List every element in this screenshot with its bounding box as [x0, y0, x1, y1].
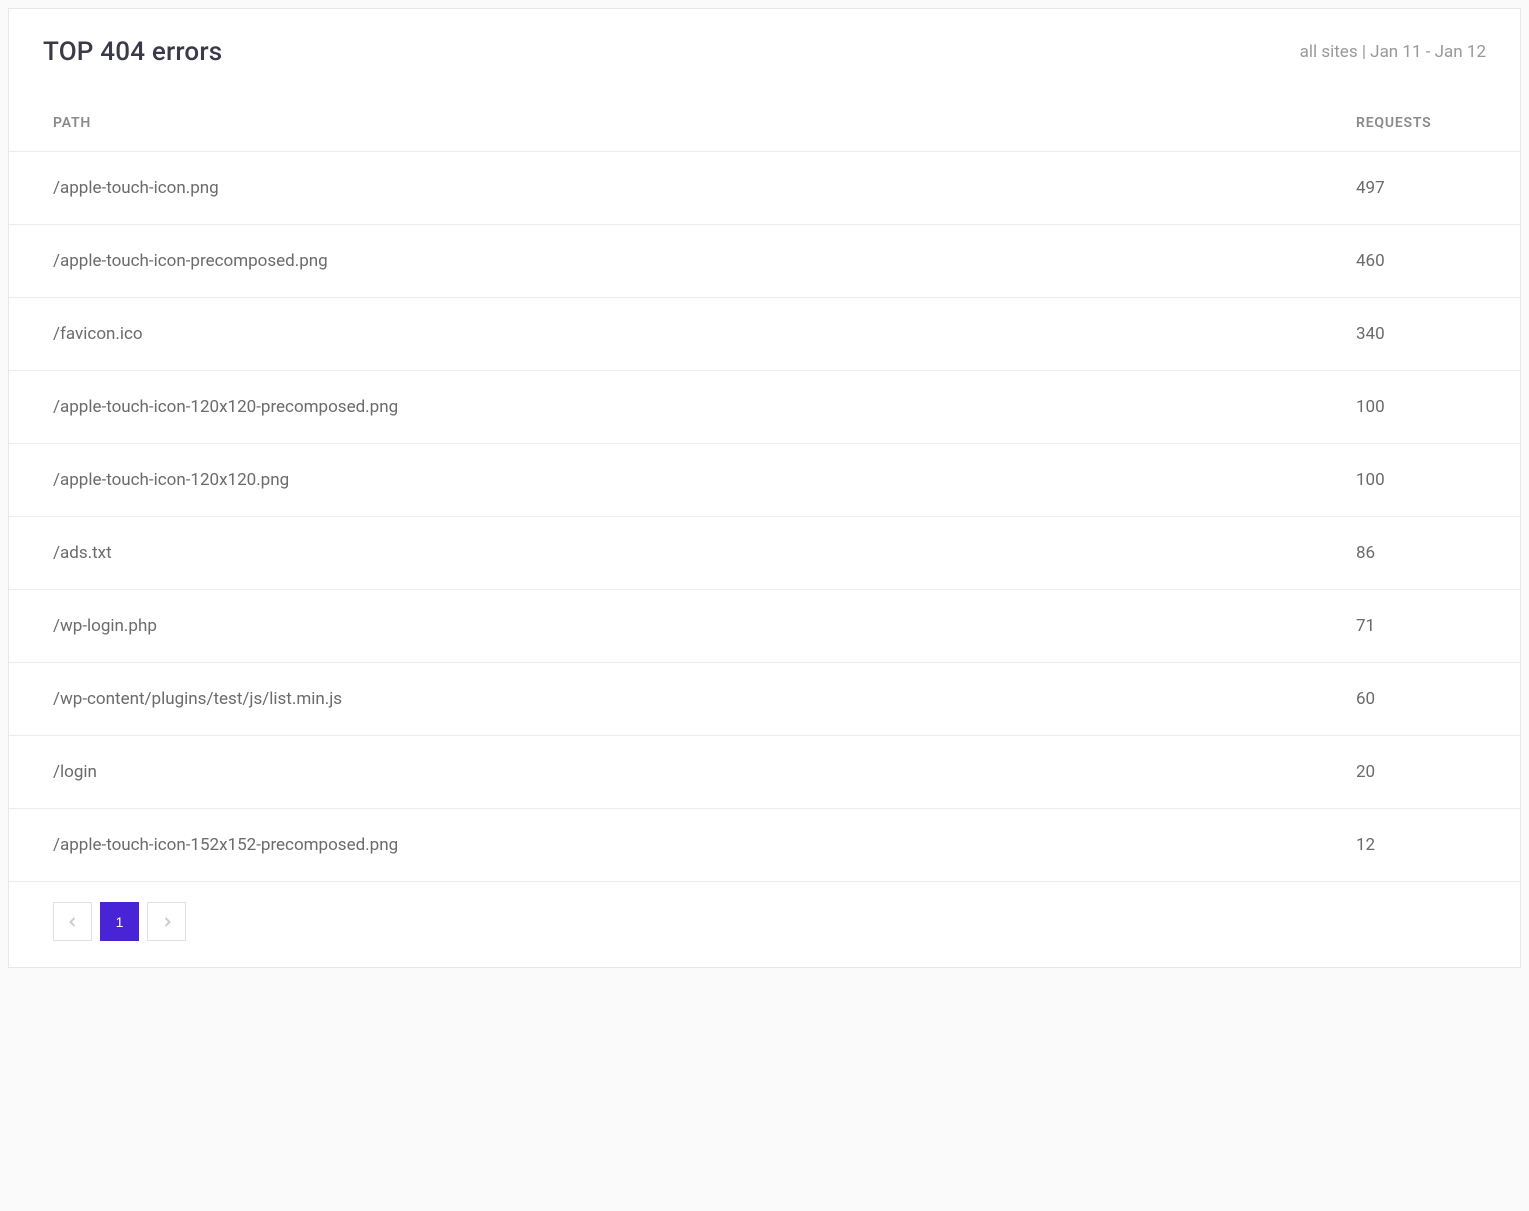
cell-path: /apple-touch-icon-precomposed.png: [53, 251, 1356, 271]
table-row[interactable]: /ads.txt86: [9, 517, 1520, 590]
table-row[interactable]: /login20: [9, 736, 1520, 809]
cell-path: /apple-touch-icon.png: [53, 178, 1356, 198]
card: TOP 404 errors all sites | Jan 11 - Jan …: [8, 8, 1521, 968]
table-row[interactable]: /wp-login.php71: [9, 590, 1520, 663]
table-row[interactable]: /wp-content/plugins/test/js/list.min.js6…: [9, 663, 1520, 736]
table-row[interactable]: /favicon.ico340: [9, 298, 1520, 371]
cell-requests: 20: [1356, 762, 1476, 782]
cell-requests: 100: [1356, 470, 1476, 490]
pagination-prev-button[interactable]: [53, 902, 92, 941]
pagination-next-button[interactable]: [147, 902, 186, 941]
table-row[interactable]: /apple-touch-icon-152x152-precomposed.pn…: [9, 809, 1520, 882]
table-row[interactable]: /apple-touch-icon-120x120.png100: [9, 444, 1520, 517]
cell-path: /login: [53, 762, 1356, 782]
cell-path: /ads.txt: [53, 543, 1356, 563]
card-title: TOP 404 errors: [43, 37, 222, 67]
cell-requests: 100: [1356, 397, 1476, 417]
pagination-page-button[interactable]: 1: [100, 902, 139, 941]
filter-text: all sites | Jan 11 - Jan 12: [1300, 42, 1486, 62]
chevron-right-icon: [162, 917, 172, 927]
column-header-path[interactable]: PATH: [53, 115, 1356, 131]
column-header-requests[interactable]: REQUESTS: [1356, 115, 1476, 131]
cell-path: /apple-touch-icon-120x120-precomposed.pn…: [53, 397, 1356, 417]
cell-requests: 71: [1356, 616, 1476, 636]
cell-path: /wp-content/plugins/test/js/list.min.js: [53, 689, 1356, 709]
chevron-left-icon: [68, 917, 78, 927]
cell-path: /wp-login.php: [53, 616, 1356, 636]
table-row[interactable]: /apple-touch-icon-precomposed.png460: [9, 225, 1520, 298]
cell-requests: 460: [1356, 251, 1476, 271]
cell-requests: 86: [1356, 543, 1476, 563]
table-header: PATH REQUESTS: [9, 85, 1520, 152]
cell-requests: 60: [1356, 689, 1476, 709]
cell-requests: 12: [1356, 835, 1476, 855]
table-row[interactable]: /apple-touch-icon.png497: [9, 152, 1520, 225]
cell-requests: 340: [1356, 324, 1476, 344]
table-body: /apple-touch-icon.png497/apple-touch-ico…: [9, 152, 1520, 882]
cell-path: /favicon.ico: [53, 324, 1356, 344]
table-row[interactable]: /apple-touch-icon-120x120-precomposed.pn…: [9, 371, 1520, 444]
cell-requests: 497: [1356, 178, 1476, 198]
pagination: 1: [9, 882, 1520, 967]
card-header: TOP 404 errors all sites | Jan 11 - Jan …: [9, 9, 1520, 85]
cell-path: /apple-touch-icon-120x120.png: [53, 470, 1356, 490]
cell-path: /apple-touch-icon-152x152-precomposed.pn…: [53, 835, 1356, 855]
